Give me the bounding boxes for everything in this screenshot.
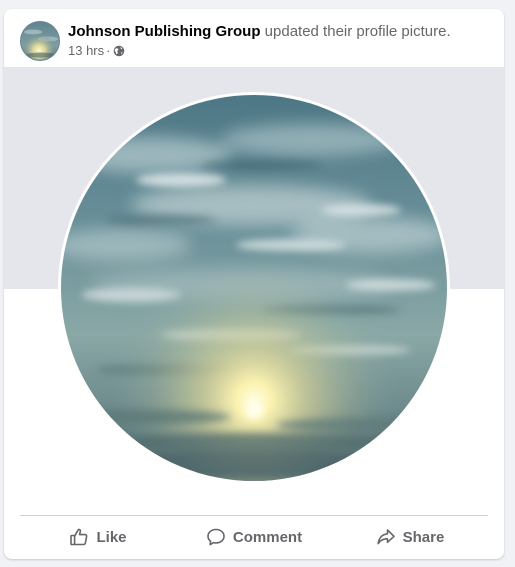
comment-button[interactable]: Comment xyxy=(176,517,332,557)
profile-picture-media xyxy=(4,67,504,515)
share-button[interactable]: Share xyxy=(332,517,488,557)
comment-label: Comment xyxy=(232,528,303,546)
post-header: Johnson Publishing Group updated their p… xyxy=(4,9,504,67)
author-avatar[interactable] xyxy=(20,21,60,61)
meta-separator: · xyxy=(106,43,111,58)
profile-picture[interactable] xyxy=(58,92,450,484)
like-button[interactable]: Like xyxy=(20,517,176,557)
post-action-text: updated their profile picture. xyxy=(264,23,451,40)
post-meta: 13 hrs · xyxy=(68,43,125,59)
thumbs-up-icon xyxy=(69,527,89,547)
share-arrow-icon xyxy=(376,527,396,547)
post-timestamp[interactable]: 13 hrs xyxy=(68,43,104,59)
like-label: Like xyxy=(96,528,127,546)
post-title-line: Johnson Publishing Group updated their p… xyxy=(68,22,451,42)
post-card: Johnson Publishing Group updated their p… xyxy=(4,9,504,559)
post-actions-bar: Like Comment Share xyxy=(20,517,488,557)
actions-divider xyxy=(20,515,488,516)
author-name[interactable]: Johnson Publishing Group xyxy=(68,23,261,40)
share-label: Share xyxy=(402,528,445,546)
comment-bubble-icon xyxy=(206,527,226,547)
globe-icon[interactable] xyxy=(113,45,125,57)
